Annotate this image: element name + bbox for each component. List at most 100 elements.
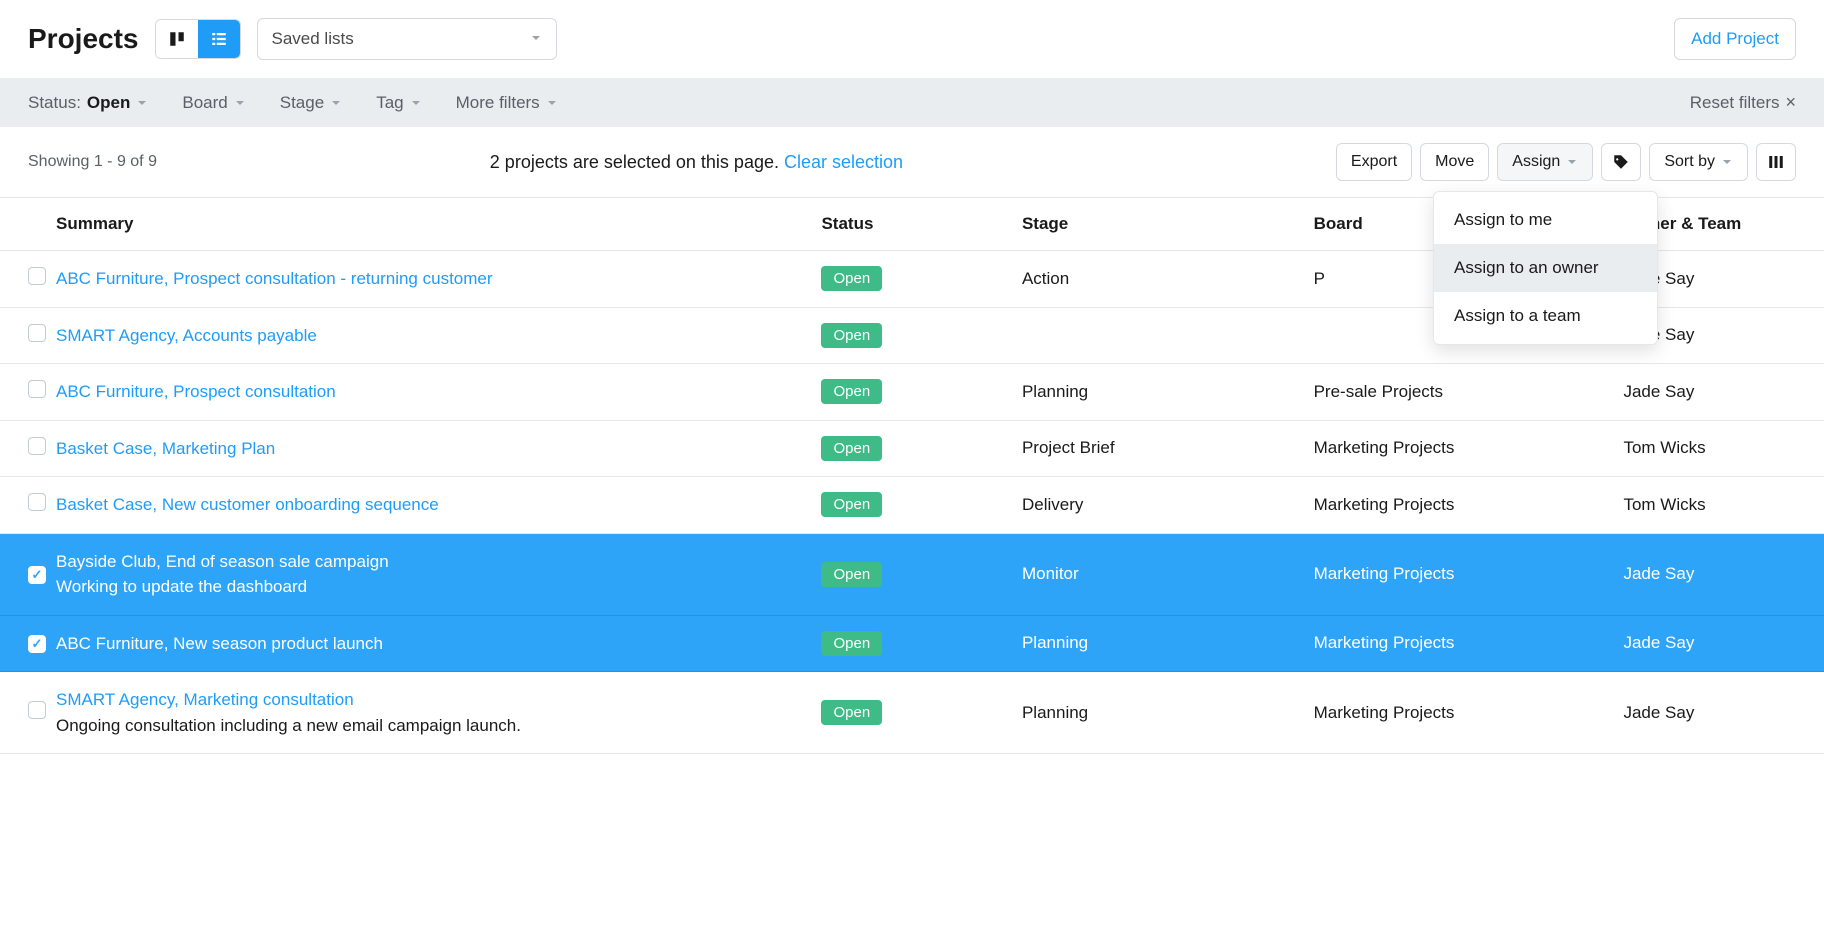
row-checkbox[interactable] xyxy=(28,380,46,398)
sort-label: Sort by xyxy=(1664,153,1715,171)
project-summary-link[interactable]: Basket Case, New customer onboarding seq… xyxy=(56,492,811,518)
cell-stage: Monitor xyxy=(1022,533,1314,615)
selection-count-text: 2 projects are selected on this page. xyxy=(490,152,779,172)
cell-owner: Jade Say xyxy=(1623,615,1824,672)
export-button[interactable]: Export xyxy=(1336,143,1412,181)
page-title: Projects xyxy=(28,23,139,55)
filter-more[interactable]: More filters xyxy=(456,93,558,113)
table-row[interactable]: Basket Case, Marketing PlanOpenProject B… xyxy=(0,420,1824,477)
row-checkbox[interactable] xyxy=(28,267,46,285)
col-check xyxy=(0,198,56,251)
assign-label: Assign xyxy=(1512,153,1560,171)
col-stage[interactable]: Stage xyxy=(1022,198,1314,251)
table-row[interactable]: ABC Furniture, New season product launch… xyxy=(0,615,1824,672)
table-row[interactable]: ABC Furniture, Prospect consultation Open… xyxy=(0,364,1824,421)
status-badge: Open xyxy=(821,323,882,348)
project-summary-sub: Working to update the dashboard xyxy=(56,574,811,600)
assign-to-me[interactable]: Assign to me xyxy=(1434,196,1657,244)
filter-stage[interactable]: Stage xyxy=(280,93,342,113)
list-toolbar: Showing 1 - 9 of 9 2 projects are select… xyxy=(0,127,1824,198)
list-view-button[interactable] xyxy=(198,20,240,58)
cell-stage: Delivery xyxy=(1022,477,1314,534)
cell-owner: Tom Wicks xyxy=(1623,420,1824,477)
view-toggle xyxy=(155,19,241,59)
project-summary-link[interactable]: ABC Furniture, Prospect consultation - r… xyxy=(56,266,811,292)
row-checkbox[interactable] xyxy=(28,566,46,584)
project-summary-link[interactable]: Basket Case, Marketing Plan xyxy=(56,436,811,462)
cell-stage: Planning xyxy=(1022,364,1314,421)
project-summary-sub: Ongoing consultation including a new ema… xyxy=(56,713,811,739)
cell-stage xyxy=(1022,307,1314,364)
project-summary-link[interactable]: SMART Agency, Marketing consultation xyxy=(56,687,811,713)
assign-dropdown: Assign to me Assign to an owner Assign t… xyxy=(1433,191,1658,345)
status-badge: Open xyxy=(821,436,882,461)
status-badge: Open xyxy=(821,379,882,404)
assign-button[interactable]: Assign xyxy=(1497,143,1593,181)
cell-board: Marketing Projects xyxy=(1314,672,1624,754)
reset-filters-button[interactable]: Reset filters × xyxy=(1690,92,1796,113)
board-icon xyxy=(168,30,186,48)
project-summary-link[interactable]: ABC Furniture, Prospect consultation xyxy=(56,379,811,405)
sort-button[interactable]: Sort by xyxy=(1649,143,1748,181)
page-header: Projects Saved lists Add Project xyxy=(0,0,1824,78)
row-checkbox[interactable] xyxy=(28,635,46,653)
move-button[interactable]: Move xyxy=(1420,143,1489,181)
saved-lists-label: Saved lists xyxy=(272,29,354,49)
status-badge: Open xyxy=(821,266,882,291)
cell-stage: Planning xyxy=(1022,615,1314,672)
cell-board: Marketing Projects xyxy=(1314,615,1624,672)
table-row[interactable]: Bayside Club, End of season sale campaig… xyxy=(0,533,1824,615)
columns-icon xyxy=(1767,153,1785,171)
assign-to-owner[interactable]: Assign to an owner xyxy=(1434,244,1657,292)
project-summary-link[interactable]: ABC Furniture, New season product launch xyxy=(56,631,811,657)
cell-board: Marketing Projects xyxy=(1314,533,1624,615)
row-checkbox[interactable] xyxy=(28,324,46,342)
status-badge: Open xyxy=(821,631,882,656)
chevron-down-icon xyxy=(546,97,558,109)
table-row[interactable]: SMART Agency, Marketing consultationOngo… xyxy=(0,672,1824,754)
filter-status-value: Open xyxy=(87,93,130,113)
cell-owner: Jade Say xyxy=(1623,364,1824,421)
filter-status[interactable]: Status: Open xyxy=(28,93,148,113)
filter-stage-label: Stage xyxy=(280,93,324,113)
project-summary-link[interactable]: SMART Agency, Accounts payable xyxy=(56,323,811,349)
close-icon: × xyxy=(1785,92,1796,113)
chevron-down-icon xyxy=(330,97,342,109)
saved-lists-dropdown[interactable]: Saved lists xyxy=(257,18,557,60)
assign-to-team[interactable]: Assign to a team xyxy=(1434,292,1657,340)
cell-board: Marketing Projects xyxy=(1314,420,1624,477)
chevron-down-icon xyxy=(1721,156,1733,168)
tag-button[interactable] xyxy=(1601,143,1641,181)
chevron-down-icon xyxy=(234,97,246,109)
row-checkbox[interactable] xyxy=(28,493,46,511)
cell-board: Marketing Projects xyxy=(1314,477,1624,534)
cell-owner: Jade Say xyxy=(1623,533,1824,615)
cell-owner: Tom Wicks xyxy=(1623,477,1824,534)
board-view-button[interactable] xyxy=(156,20,198,58)
cell-stage: Action xyxy=(1022,251,1314,308)
clear-selection-link[interactable]: Clear selection xyxy=(784,152,903,172)
tag-icon xyxy=(1612,153,1630,171)
selection-message: 2 projects are selected on this page. Cl… xyxy=(69,152,1324,173)
status-badge: Open xyxy=(821,562,882,587)
filter-bar: Status: Open Board Stage Tag More filter… xyxy=(0,78,1824,127)
chevron-down-icon xyxy=(1566,156,1578,168)
table-row[interactable]: Basket Case, New customer onboarding seq… xyxy=(0,477,1824,534)
project-summary-link[interactable]: Bayside Club, End of season sale campaig… xyxy=(56,549,811,575)
chevron-down-icon xyxy=(136,97,148,109)
add-project-button[interactable]: Add Project xyxy=(1674,18,1796,60)
filter-board-label: Board xyxy=(182,93,227,113)
cell-board: Pre-sale Projects xyxy=(1314,364,1624,421)
row-checkbox[interactable] xyxy=(28,701,46,719)
columns-button[interactable] xyxy=(1756,143,1796,181)
reset-filters-label: Reset filters xyxy=(1690,93,1780,113)
filter-tag[interactable]: Tag xyxy=(376,93,421,113)
action-buttons: Export Move Assign Sort by Assign to me … xyxy=(1336,143,1796,181)
col-summary[interactable]: Summary xyxy=(56,198,821,251)
filter-board[interactable]: Board xyxy=(182,93,245,113)
filter-more-label: More filters xyxy=(456,93,540,113)
cell-owner: Jade Say xyxy=(1623,672,1824,754)
col-status[interactable]: Status xyxy=(821,198,1022,251)
row-checkbox[interactable] xyxy=(28,437,46,455)
cell-stage: Planning xyxy=(1022,672,1314,754)
